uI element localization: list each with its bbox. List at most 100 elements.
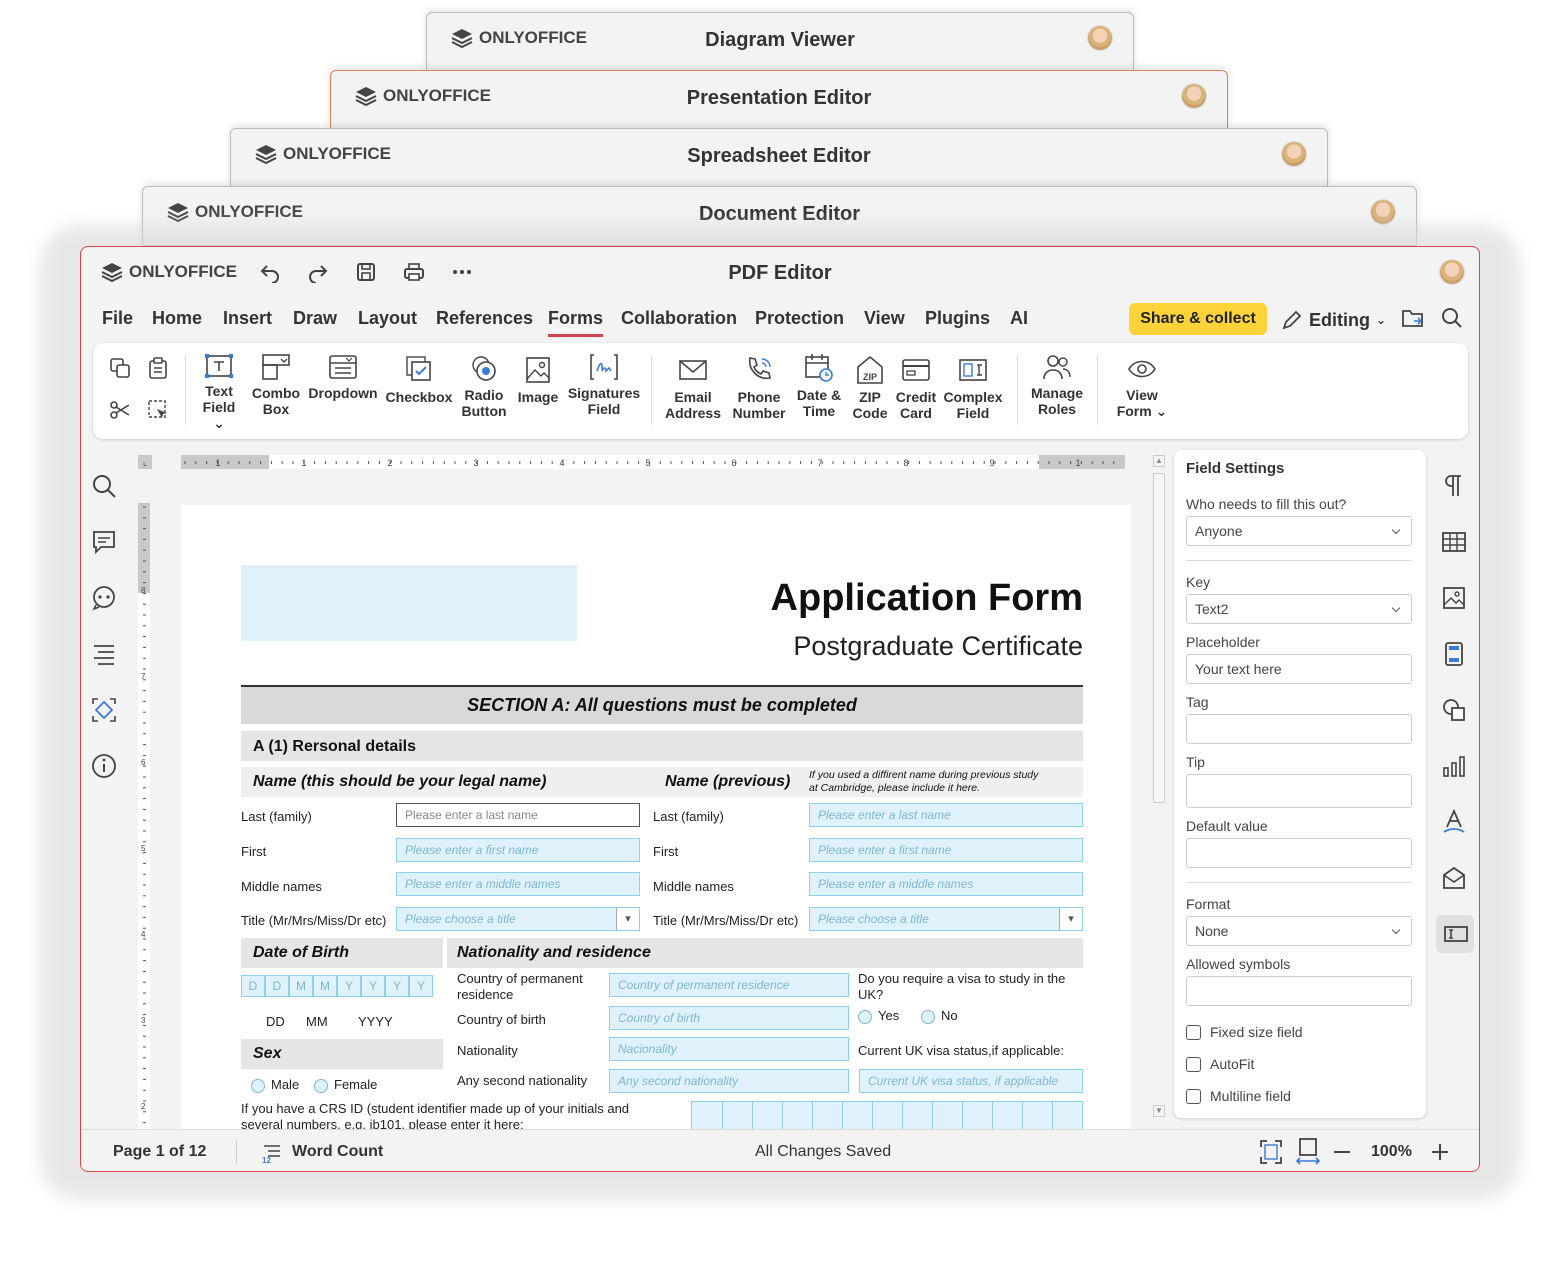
credit-card-button[interactable]: Credit Card	[893, 355, 939, 421]
word-count-button[interactable]: Word Count	[292, 1143, 383, 1161]
first-name-input[interactable]: Please enter a first name	[396, 838, 640, 862]
scroll-down-icon[interactable]: ▼	[1153, 1105, 1165, 1117]
user-avatar[interactable]	[1281, 141, 1307, 167]
autofit-checkbox[interactable]: AutoFit	[1186, 1056, 1254, 1072]
title-combo[interactable]: Please choose a title	[396, 907, 640, 931]
dob-cell[interactable]: D	[241, 975, 265, 997]
tab-plugins[interactable]: Plugins	[925, 308, 990, 329]
window-tab-spreadsheet-editor[interactable]: ONLYOFFICE Spreadsheet Editor	[230, 128, 1328, 188]
dob-cells[interactable]: D D M M Y Y Y Y	[241, 975, 435, 997]
female-radio[interactable]: Female	[314, 1077, 377, 1093]
phone-number-button[interactable]: Phone Number	[727, 355, 791, 421]
tab-layout[interactable]: Layout	[358, 308, 417, 329]
email-address-button[interactable]: Email Address	[661, 355, 725, 421]
fit-width-icon[interactable]	[1295, 1137, 1321, 1167]
cob-input[interactable]: Country of birth	[609, 1006, 849, 1030]
user-avatar[interactable]	[1087, 25, 1113, 51]
tab-protection[interactable]: Protection	[755, 308, 844, 329]
chart-icon[interactable]	[1441, 753, 1467, 779]
dropdown-button[interactable]: Dropdown	[307, 353, 379, 401]
prev-title-combo[interactable]: Please choose a title	[809, 907, 1083, 931]
radio-button-button[interactable]: Radio Button	[459, 355, 509, 419]
tab-insert[interactable]: Insert	[223, 308, 272, 329]
complex-field-button[interactable]: Complex Field	[941, 355, 1005, 421]
scroll-thumb[interactable]	[1153, 473, 1165, 803]
paste-icon[interactable]	[147, 357, 169, 379]
tab-file[interactable]: File	[102, 308, 133, 329]
dob-cell[interactable]: Y	[409, 975, 433, 997]
middle-names-input[interactable]: Please enter a middle names	[396, 872, 640, 896]
vertical-ruler[interactable]: 87654321	[138, 503, 150, 1172]
dob-cell[interactable]: D	[265, 975, 289, 997]
chat-icon[interactable]	[91, 585, 117, 611]
user-avatar[interactable]	[1439, 259, 1465, 285]
tab-ai[interactable]: AI	[1010, 308, 1028, 329]
copy-icon[interactable]	[109, 357, 131, 379]
multiline-checkbox[interactable]: Multiline field	[1186, 1088, 1291, 1104]
male-radio[interactable]: Male	[251, 1077, 299, 1093]
dob-cell[interactable]: Y	[337, 975, 361, 997]
signatures-field-button[interactable]: Signatures Field	[567, 353, 641, 417]
paragraph-icon[interactable]	[1441, 473, 1467, 499]
user-avatar[interactable]	[1370, 199, 1396, 225]
form-settings-icon[interactable]	[1443, 921, 1469, 947]
header-footer-icon[interactable]	[1441, 641, 1467, 667]
share-collect-button[interactable]: Share & collect	[1129, 303, 1267, 335]
tab-forms[interactable]: Forms	[548, 308, 604, 337]
tab-view[interactable]: View	[864, 308, 905, 329]
format-select[interactable]: None	[1186, 916, 1412, 946]
page-indicator[interactable]: Page 1 of 12	[113, 1143, 206, 1161]
table-icon[interactable]	[1441, 529, 1467, 555]
image-icon[interactable]	[1441, 585, 1467, 611]
last-name-input[interactable]: Please enter a last name	[396, 803, 640, 827]
visa-yes-radio[interactable]: Yes	[858, 1008, 899, 1024]
tag-input[interactable]	[1186, 714, 1412, 744]
select-all-icon[interactable]	[147, 399, 169, 421]
fixed-size-checkbox[interactable]: Fixed size field	[1186, 1024, 1303, 1040]
dob-cell[interactable]: Y	[361, 975, 385, 997]
document-scrollbar[interactable]: ▲ ▼	[1151, 455, 1167, 1119]
mail-merge-icon[interactable]	[1441, 865, 1467, 891]
second-nationality-input[interactable]: Any second nationality	[609, 1069, 849, 1093]
text-art-icon[interactable]	[1441, 809, 1467, 835]
checkbox-button[interactable]: Checkbox	[385, 355, 453, 405]
cut-icon[interactable]	[109, 399, 131, 421]
scroll-up-icon[interactable]: ▲	[1153, 455, 1165, 467]
zoom-out-icon[interactable]	[1333, 1143, 1351, 1161]
horizontal-ruler[interactable]: 1 1 2 3 4 5 6 7 8 9 1	[181, 455, 1125, 469]
shape-icon[interactable]	[1441, 697, 1467, 723]
form-field-icon[interactable]	[91, 697, 117, 723]
visa-status-input[interactable]: Current UK visa status, if applicable	[859, 1069, 1083, 1093]
logo-image-field[interactable]	[241, 565, 577, 641]
tab-collaboration[interactable]: Collaboration	[621, 308, 737, 329]
crs-input[interactable]	[691, 1101, 1083, 1129]
combo-box-button[interactable]: Combo Box	[249, 353, 303, 417]
text-field-button[interactable]: Text Field ⌄	[195, 353, 243, 431]
navigation-icon[interactable]	[91, 641, 117, 667]
fit-page-icon[interactable]	[1259, 1139, 1283, 1165]
manage-roles-button[interactable]: Manage Roles	[1027, 353, 1087, 417]
user-avatar[interactable]	[1181, 83, 1207, 109]
folder-icon[interactable]	[1401, 307, 1425, 329]
editing-mode-dropdown[interactable]: Editing ⌄	[1281, 309, 1386, 331]
date-time-button[interactable]: Date & Time	[793, 353, 845, 419]
tab-draw[interactable]: Draw	[293, 308, 337, 329]
info-icon[interactable]	[91, 753, 117, 779]
document-canvas[interactable]: Application Form Postgraduate Certificat…	[176, 503, 1136, 1129]
dob-cell[interactable]: M	[313, 975, 337, 997]
prev-last-name-input[interactable]: Please enter a last name	[809, 803, 1083, 827]
prev-middle-names-input[interactable]: Please enter a middle names	[809, 872, 1083, 896]
word-count-icon[interactable]: 12	[261, 1142, 283, 1164]
cpr-input[interactable]: Country of permanent residence	[609, 973, 849, 997]
zoom-in-icon[interactable]	[1431, 1143, 1449, 1161]
window-tab-diagram-viewer[interactable]: ONLYOFFICE Diagram Viewer	[426, 12, 1134, 72]
prev-first-name-input[interactable]: Please enter a first name	[809, 838, 1083, 862]
view-form-button[interactable]: View Form ⌄	[1107, 355, 1177, 419]
comment-icon[interactable]	[91, 529, 117, 555]
tab-home[interactable]: Home	[152, 308, 202, 329]
window-tab-presentation-editor[interactable]: ONLYOFFICE Presentation Editor	[330, 70, 1228, 130]
image-button[interactable]: Image	[513, 355, 563, 405]
visa-no-radio[interactable]: No	[921, 1008, 958, 1024]
default-value-input[interactable]	[1186, 838, 1412, 868]
search-icon[interactable]	[1441, 307, 1463, 329]
